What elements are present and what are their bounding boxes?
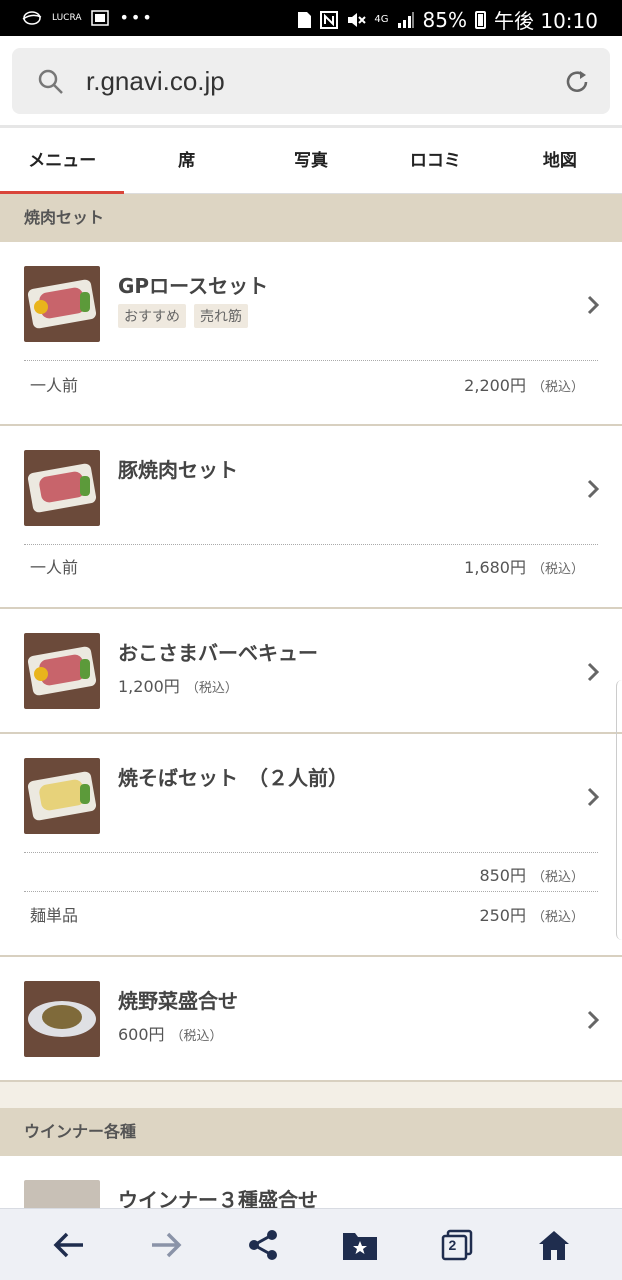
signal-icon [397,11,414,28]
back-arrow-icon [53,1232,83,1257]
item-title: GPロースセット [118,274,269,298]
browser-toolbar: r.gnavi.co.jp [0,36,622,128]
home-button[interactable] [530,1221,578,1269]
section-header-wiener: ウインナー各種 [0,1108,622,1156]
menu-tabs: メニュー 席 写真 ロコミ 地図 [0,130,622,194]
status-bar: LUCRA ••• 4G 85% 午後 10:10 [0,0,622,36]
item-photo [24,450,100,526]
battery-percent: 85% [422,7,467,32]
photo-icon [91,9,110,26]
divider [24,852,598,853]
section-header-yakiniku: 焼肉セット [0,194,622,242]
item-price: 850円 （税込） [479,866,584,885]
back-button[interactable] [45,1221,93,1269]
home-icon [538,1230,569,1260]
forward-button[interactable] [142,1221,190,1269]
item-photo [24,758,100,834]
bookmarks-button[interactable] [336,1221,384,1269]
item-title: 焼野菜盛合せ [118,989,238,1013]
browser-bottom-nav: 2 [0,1208,622,1280]
item-photo [24,266,100,342]
section-gap [0,1082,622,1108]
menu-item-kids-bbq[interactable]: おこさまバーベキュー 1,200円 （税込） [0,609,622,734]
item-title: ウインナー３種盛合せ [118,1188,318,1208]
item-photo [24,981,100,1057]
bookmarks-icon [342,1232,377,1260]
menu-item-yakisoba[interactable]: 焼そばセット （２人前） 850円 （税込） 麺単品 250円 （税込） [0,734,622,957]
item-title: 焼そばセット （２人前） [118,766,348,790]
item-price: 600円 （税込） [118,1025,223,1044]
tab-photos[interactable]: 写真 [249,130,373,193]
url-text[interactable]: r.gnavi.co.jp [86,66,225,97]
item-photo [24,1180,100,1208]
badge-bestseller: 売れ筋 [194,304,248,328]
item-price: 1,200円 （税込） [118,677,238,696]
tab-menu[interactable]: メニュー [0,130,125,194]
tab-reviews[interactable]: ロコミ [373,130,497,193]
noodle-only-price: 250円 （税込） [479,906,584,925]
globe-icon [22,10,42,25]
scroll-indicator[interactable] [616,680,622,940]
more-icon: ••• [119,8,154,27]
url-bar[interactable]: r.gnavi.co.jp [12,48,610,114]
forward-arrow-icon [151,1232,181,1257]
divider [24,544,598,545]
chevron-right-icon [587,479,600,499]
tab-seats[interactable]: 席 [124,130,248,193]
chevron-right-icon [587,1010,600,1030]
sim-icon [298,11,312,28]
item-title: 豚焼肉セット [118,458,238,482]
menu-item-gp-rose[interactable]: GPロースセット おすすめ 売れ筋 一人前 2,200円 （税込） [0,242,622,426]
portion-label: 一人前 [30,558,79,577]
menu-item-yasai[interactable]: 焼野菜盛合せ 600円 （税込） [0,957,622,1082]
battery-icon [475,10,486,29]
badge-recommended: おすすめ [118,304,186,328]
tabs-icon [441,1229,472,1260]
item-price: 2,200円 （税込） [464,376,584,395]
share-button[interactable] [239,1221,287,1269]
tabs-count: 2 [448,1236,457,1253]
mute-icon [348,12,367,27]
divider [24,891,598,892]
network-label: 4G [374,14,389,25]
tabs-button[interactable]: 2 [433,1221,481,1269]
item-title: おこさまバーベキュー [118,641,318,665]
menu-item-wiener3[interactable]: ウインナー３種盛合せ [0,1156,622,1208]
share-icon [248,1229,277,1260]
menu-item-buta[interactable]: 豚焼肉セット 一人前 1,680円 （税込） [0,426,622,609]
chevron-right-icon [587,295,600,315]
reload-icon[interactable] [562,67,592,97]
chevron-right-icon [587,787,600,807]
noodle-only-label: 麺単品 [30,906,79,925]
item-badges: おすすめ 売れ筋 [118,304,248,328]
lucra-icon: LUCRA [52,12,82,23]
chevron-right-icon [587,662,600,682]
nfc-icon [320,10,339,29]
clock: 午後 10:10 [494,9,598,33]
item-photo [24,633,100,709]
search-icon [38,69,63,94]
divider [24,360,598,361]
item-price: 1,680円 （税込） [464,558,584,577]
portion-label: 一人前 [30,376,79,395]
tab-map[interactable]: 地図 [498,130,622,193]
